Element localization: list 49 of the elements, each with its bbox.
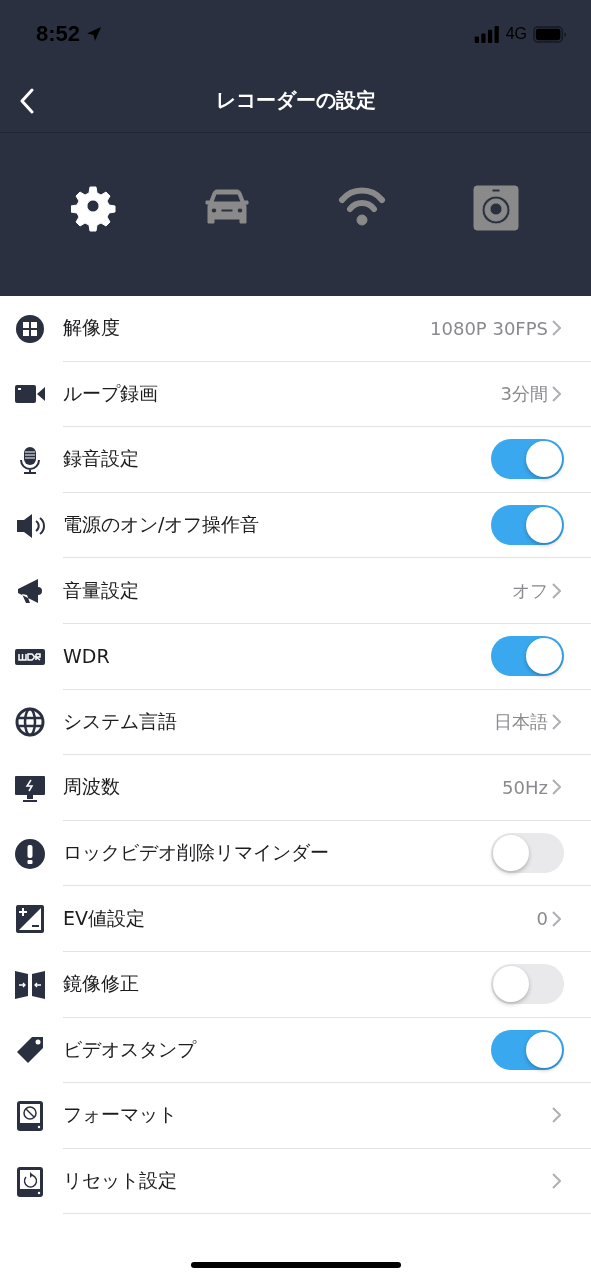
setting-label: 周波数 (63, 774, 121, 800)
tag-icon (15, 1035, 45, 1066)
toggle-switch[interactable] (491, 964, 564, 1005)
chevron-icon (552, 713, 561, 730)
exclamation-icon (15, 838, 45, 869)
toggle-switch[interactable] (491, 833, 564, 874)
setting-value[interactable]: オフ (512, 578, 548, 603)
page-title: レコーダーの設定 (215, 86, 376, 114)
setting-label: リセット設定 (63, 1168, 178, 1193)
toggle-switch[interactable] (491, 1029, 564, 1070)
setting-value[interactable]: 1080P 30FPS (430, 317, 548, 339)
globe-icon (15, 707, 45, 738)
chevron-icon (552, 1107, 561, 1124)
grid-icon (15, 313, 45, 344)
setting-label: 鏡像修正 (63, 971, 140, 997)
chevron-icon (552, 1173, 561, 1189)
setting-value[interactable]: 3分間 (500, 381, 548, 406)
setting-value[interactable]: 0 (536, 908, 548, 930)
setting-value[interactable]: 日本語 (494, 709, 548, 734)
setting-value[interactable]: 50Hz (502, 776, 548, 798)
location-arrow-icon (86, 26, 103, 42)
network-label: 4G (505, 25, 527, 43)
setting-label: ロックビデオ削除リマインダー (63, 840, 330, 866)
chevron-icon (552, 385, 561, 402)
chevron-icon (552, 779, 561, 796)
setting-label: WDR (63, 645, 111, 668)
setting-label: 音量設定 (63, 577, 140, 603)
camera-lens-icon[interactable] (471, 182, 522, 233)
mirror-icon (15, 969, 45, 1000)
exposure-icon (15, 904, 45, 935)
toggle-switch[interactable] (491, 505, 564, 546)
setting-label: 電源のオン/オフ操作音 (63, 512, 261, 538)
toggle-switch[interactable] (491, 439, 564, 480)
setting-label: EV値設定 (63, 905, 146, 931)
chevron-icon (552, 582, 561, 599)
toggle-switch[interactable] (491, 636, 564, 677)
chevron-icon (552, 910, 561, 927)
status-time: 8:52 (36, 21, 81, 47)
setting-label: システム言語 (63, 708, 178, 734)
signal-icon (473, 25, 500, 43)
setting-label: フォーマット (63, 1102, 178, 1128)
tablet-icon (15, 1100, 45, 1131)
chevron-icon (552, 320, 561, 337)
setting-label: ループ録画 (63, 380, 159, 406)
setting-label: 解像度 (63, 315, 121, 341)
setting-label: 録音設定 (63, 446, 140, 472)
tablet-icon (15, 1166, 45, 1197)
setting-label: ビデオスタンプ (63, 1036, 198, 1062)
battery-icon (533, 25, 567, 43)
